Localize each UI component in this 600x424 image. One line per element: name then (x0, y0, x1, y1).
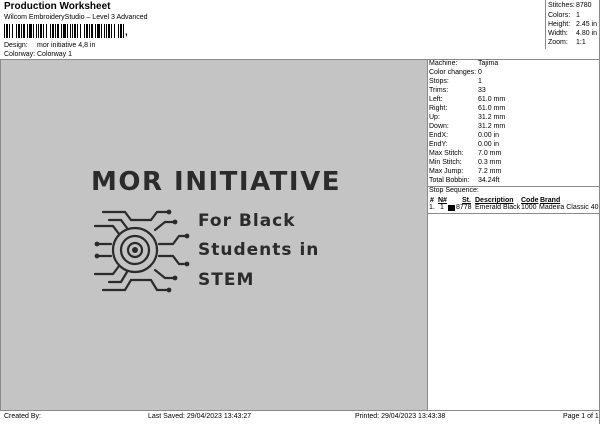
colorway-name: Colorway 1 (37, 51, 73, 58)
summary-value: 4.80 in (576, 30, 598, 37)
info-label: Trims: (429, 87, 449, 94)
worksheet-title: Production Worksheet (4, 1, 111, 12)
summary-label: Stitches: (548, 2, 575, 9)
thread-description: Emerald Black (475, 204, 521, 211)
summary-divider (545, 0, 546, 49)
thread-brand: Madeira Classic 40 (539, 204, 599, 211)
info-value: 33 (478, 87, 486, 94)
thread-code: 1000 (521, 204, 537, 211)
column-header: Description (475, 197, 514, 204)
info-value: Tajima (478, 60, 499, 67)
barcode (4, 24, 124, 38)
info-label: Up: (429, 114, 440, 121)
stop-sequence-title: Stop Sequence: (429, 187, 479, 194)
info-label: Left: (429, 96, 443, 103)
column-header: N# (438, 197, 447, 204)
page-number: Page 1 of 1 (563, 413, 599, 420)
info-value: 0 (478, 69, 482, 76)
column-header: St. (462, 197, 471, 204)
logo-tagline-line: For Black (198, 211, 296, 231)
software-subtitle: Wilcom EmbroideryStudio – Level 3 Advanc… (4, 14, 148, 21)
info-value: 7.2 mm (478, 168, 502, 175)
column-header: # (430, 197, 434, 204)
info-value: 34.24ft (478, 177, 500, 184)
info-label: Machine: (429, 60, 458, 67)
design-preview: MOR INITIATIVE For Black Students in STE… (1, 60, 427, 410)
info-value: 31.2 mm (478, 123, 506, 130)
summary-label: Zoom: (548, 39, 568, 46)
logo-tagline-line: STEM (198, 270, 255, 290)
column-header: Code (521, 197, 539, 204)
info-value: 61.0 mm (478, 96, 506, 103)
circuit-eye-icon (93, 209, 190, 293)
summary-value: 1:1 (576, 39, 586, 46)
logo-tagline-line: Students in (198, 240, 320, 260)
info-label: Total Bobbin: (429, 177, 470, 184)
printed-date: Printed: 29/04/2023 13:43:38 (355, 413, 446, 420)
panel-divider (427, 59, 428, 410)
info-label: Down: (429, 123, 449, 130)
footer-divider (0, 410, 600, 411)
logo-title: MOR INITIATIVE (91, 167, 341, 197)
summary-value: 1 (576, 12, 580, 19)
summary-label: Width: (548, 30, 568, 37)
design-label: Design: (4, 42, 28, 49)
info-value: 0.00 in (478, 132, 500, 139)
info-value: 0.3 mm (478, 159, 502, 166)
summary-label: Height: (548, 21, 571, 28)
info-label: Max Jump: (429, 168, 464, 175)
info-value: 0.00 in (478, 141, 500, 148)
summary-label: Colors: (548, 12, 571, 19)
info-value: 1 (478, 78, 482, 85)
info-label: EndY: (429, 141, 448, 148)
thread-color-swatch (448, 205, 455, 211)
colorway-label: Colorway: (4, 51, 36, 58)
info-value: 7.0 mm (478, 150, 502, 157)
summary-value: 8780 (576, 2, 592, 9)
column-header: Brand (540, 197, 561, 204)
design-name: mor initiative 4,8 in (37, 42, 96, 49)
created-by: Created By: (4, 413, 41, 420)
info-label: Stops: (429, 78, 449, 85)
last-saved: Last Saved: 29/04/2023 13:43:27 (148, 413, 252, 420)
info-label: Min Stitch: (429, 159, 462, 166)
info-value: 61.0 mm (478, 105, 506, 112)
info-label: Right: (429, 105, 448, 112)
needle-number: 1 (440, 204, 444, 211)
info-value: 31.2 mm (478, 114, 506, 121)
info-label: Max Stitch: (429, 150, 464, 157)
stitch-count: 8778 (456, 204, 472, 211)
row-number: 1. (429, 204, 435, 211)
info-label: EndX: (429, 132, 449, 139)
barcode-mark: , (125, 27, 128, 38)
summary-value: 2.45 in (576, 21, 598, 28)
stop-row-divider (427, 213, 599, 214)
info-label: Color changes: (429, 69, 477, 76)
